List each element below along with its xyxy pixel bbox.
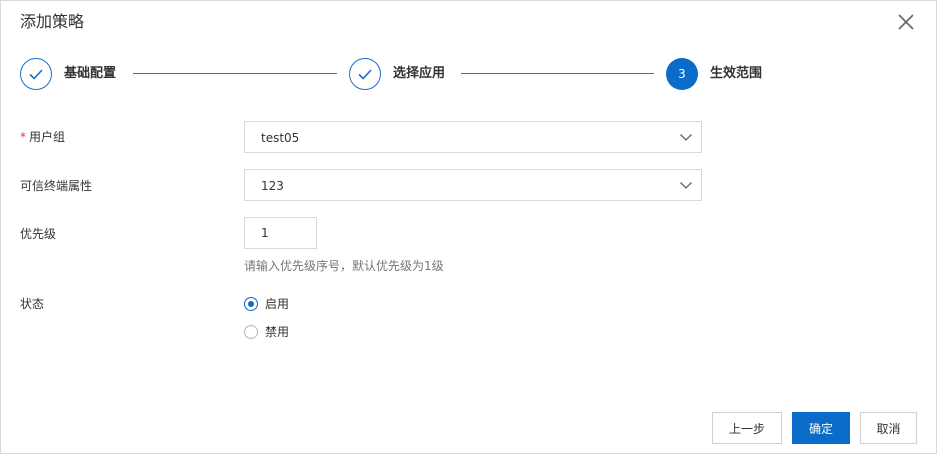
radio-disable-control[interactable] [244, 325, 258, 339]
check-icon [358, 69, 372, 80]
step-2-indicator [349, 58, 381, 90]
user-group-label: * 用户组 [20, 129, 65, 145]
terminal-attr-label: 可信终端属性 [20, 179, 93, 193]
step-3-label: 生效范围 [710, 66, 763, 81]
radio-enable-label: 启用 [265, 297, 290, 311]
priority-label: 优先级 [20, 227, 57, 241]
terminal-attr-select[interactable]: 123 [244, 169, 702, 201]
status-label: 状态 [20, 297, 45, 311]
step-3-number: 3 [678, 67, 686, 81]
priority-input[interactable]: 1 [244, 217, 317, 249]
user-group-label-text: 用户组 [29, 130, 66, 144]
radio-enable-control[interactable] [244, 297, 258, 311]
radio-disable[interactable]: 禁用 [244, 324, 289, 340]
radio-disable-label: 禁用 [265, 325, 290, 339]
close-button[interactable] [894, 10, 918, 34]
step-2-label: 选择应用 [393, 66, 446, 81]
close-icon [898, 14, 914, 30]
required-mark: * [20, 130, 26, 144]
dialog-title: 添加策略 [20, 12, 85, 31]
terminal-attr-value: 123 [261, 179, 284, 193]
confirm-button[interactable]: 确定 [792, 412, 850, 444]
chevron-down-icon [680, 182, 692, 189]
step-1-label: 基础配置 [64, 66, 117, 81]
add-policy-dialog: 添加策略 基础配置 选择应用 3 生效范围 * 用户组 test05 可信终端属性… [0, 0, 937, 454]
check-icon [29, 69, 43, 80]
chevron-down-icon [680, 134, 692, 141]
step-connector-2 [461, 73, 654, 74]
step-1-indicator [20, 58, 52, 90]
step-3-indicator: 3 [666, 58, 698, 90]
prev-step-button[interactable]: 上一步 [712, 412, 782, 444]
cancel-button[interactable]: 取消 [860, 412, 917, 444]
user-group-value: test05 [261, 131, 300, 145]
priority-hint: 请输入优先级序号，默认优先级为1级 [244, 259, 444, 273]
step-connector-1 [133, 73, 337, 74]
user-group-select[interactable]: test05 [244, 121, 702, 153]
radio-enable[interactable]: 启用 [244, 296, 289, 312]
